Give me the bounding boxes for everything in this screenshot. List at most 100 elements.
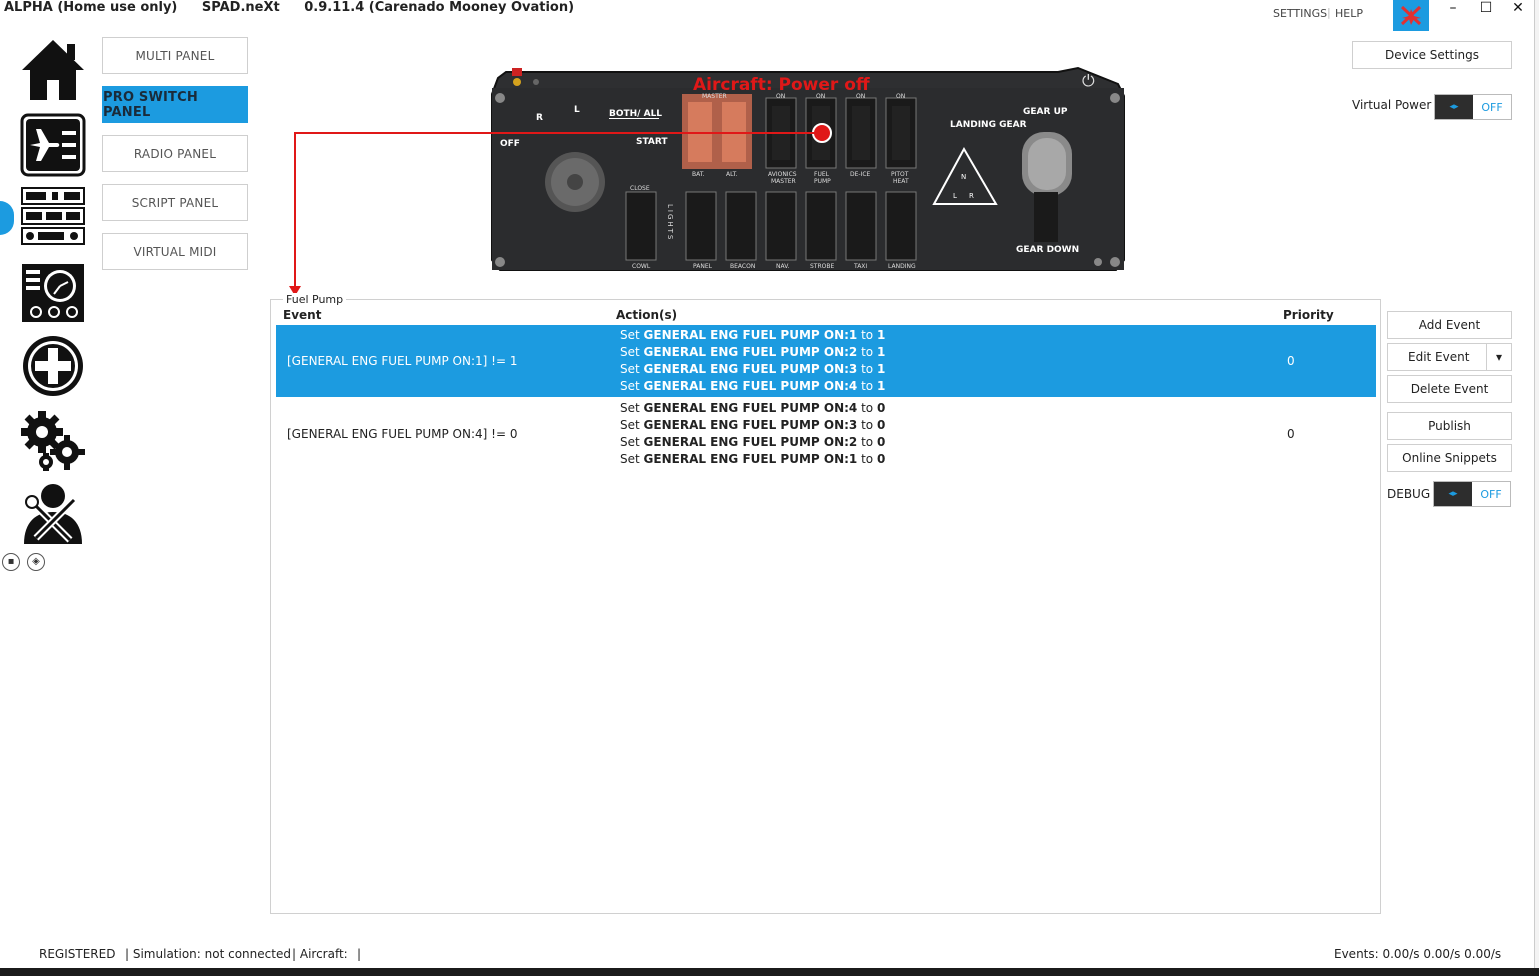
debug-toggle[interactable]: ◂▸ OFF bbox=[1433, 481, 1511, 507]
pump-label: PUMP bbox=[814, 178, 831, 185]
debug-label: DEBUG bbox=[1387, 487, 1431, 501]
close-label: CLOSE bbox=[630, 185, 650, 192]
edit-event-dropdown[interactable]: ▾ bbox=[1486, 343, 1512, 371]
gear-down-label: GEAR DOWN bbox=[1016, 245, 1079, 255]
disconnected-plane-icon bbox=[1400, 5, 1422, 26]
device-settings-button[interactable]: Device Settings bbox=[1352, 41, 1512, 69]
settings-link[interactable]: SETTINGS bbox=[1273, 7, 1327, 20]
app-name: SPAD.neXt bbox=[201, 0, 280, 15]
instrument-panel-icon[interactable] bbox=[20, 262, 86, 328]
action-line: Set GENERAL ENG FUEL PUMP ON:2 to 0 bbox=[620, 435, 886, 449]
switch-panel-device[interactable]: ⏻ OFF R L BOTH/ ALL START MASTER BAT. AL… bbox=[488, 64, 1128, 274]
mag-start-label: START bbox=[636, 137, 668, 147]
action-line: Set GENERAL ENG FUEL PUMP ON:4 to 1 bbox=[620, 379, 886, 393]
close-button[interactable]: ✕ bbox=[1510, 0, 1526, 16]
selected-indicator bbox=[0, 201, 14, 235]
panel-virtual-midi-button[interactable]: VIRTUAL MIDI bbox=[102, 233, 248, 270]
connector-line-vertical bbox=[294, 132, 296, 290]
add-icon[interactable] bbox=[20, 334, 86, 402]
devices-icon[interactable] bbox=[20, 186, 86, 252]
status-aircraft: | Aircraft: bbox=[292, 947, 348, 961]
panel-label: PANEL bbox=[693, 263, 713, 270]
panel-pro-switch-button[interactable]: PRO SWITCH PANEL bbox=[102, 86, 248, 123]
help-link[interactable]: HELP bbox=[1335, 7, 1363, 20]
event-condition: [GENERAL ENG FUEL PUMP ON:1] != 1 bbox=[287, 354, 518, 368]
toggle-arrows-icon: ◂▸ bbox=[1434, 482, 1472, 506]
save-icon[interactable]: ▪ bbox=[2, 553, 20, 571]
minimize-button[interactable]: – bbox=[1445, 0, 1461, 16]
app-edition: ALPHA (Home use only) bbox=[4, 0, 178, 15]
status-events-rate: Events: 0.00/s 0.00/s 0.00/s bbox=[1334, 947, 1502, 961]
table-row[interactable]: [GENERAL ENG FUEL PUMP ON:1] != 1 Set GE… bbox=[276, 325, 1376, 397]
mag-l-label: L bbox=[574, 105, 580, 115]
landing-label: LANDING bbox=[888, 263, 916, 270]
settings-gears-icon[interactable] bbox=[20, 408, 86, 476]
strobe-label: STROBE bbox=[810, 263, 834, 270]
event-priority: 0 bbox=[1287, 354, 1295, 368]
bat-label: BAT. bbox=[692, 171, 705, 178]
power-icon: ⏻ bbox=[1082, 71, 1095, 90]
edit-event-button[interactable]: Edit Event bbox=[1387, 343, 1487, 371]
fuel-label: FUEL bbox=[814, 171, 830, 178]
on-label-4: ON bbox=[896, 93, 905, 100]
add-event-button[interactable]: Add Event bbox=[1387, 311, 1512, 339]
deice-label: DE-ICE bbox=[850, 171, 871, 178]
power-status-overlay: Aircraft: Power off bbox=[693, 75, 870, 95]
lights-label: LIGHTS bbox=[666, 204, 674, 241]
virtual-power-label: Virtual Power bbox=[1352, 98, 1432, 112]
column-header-priority[interactable]: Priority bbox=[1283, 308, 1334, 322]
panel-script-button[interactable]: SCRIPT PANEL bbox=[102, 184, 248, 221]
status-simulation: | Simulation: not connected bbox=[125, 947, 291, 961]
panel-radio-button[interactable]: RADIO PANEL bbox=[102, 135, 248, 172]
debug-value: OFF bbox=[1472, 482, 1510, 506]
beacon-label: BEACON bbox=[730, 263, 755, 270]
mag-r-label: R bbox=[536, 113, 543, 123]
action-line: Set GENERAL ENG FUEL PUMP ON:1 to 0 bbox=[620, 452, 886, 466]
gear-n-label: N bbox=[961, 173, 966, 181]
column-header-event[interactable]: Event bbox=[283, 308, 321, 322]
table-row[interactable]: [GENERAL ENG FUEL PUMP ON:4] != 0 Set GE… bbox=[276, 398, 1376, 470]
publish-button[interactable]: Publish bbox=[1387, 412, 1512, 440]
mag-off-label: OFF bbox=[500, 139, 520, 149]
status-registered: REGISTERED bbox=[39, 947, 116, 961]
gear-r-label: R bbox=[969, 192, 974, 200]
event-condition: [GENERAL ENG FUEL PUMP ON:4] != 0 bbox=[287, 427, 518, 441]
alt-label: ALT. bbox=[726, 171, 738, 178]
event-actions: Set GENERAL ENG FUEL PUMP ON:4 to 0 Set … bbox=[620, 400, 885, 468]
taskbar-strip bbox=[0, 968, 1539, 976]
online-snippets-button[interactable]: Online Snippets bbox=[1387, 444, 1512, 472]
virtual-power-value: OFF bbox=[1473, 95, 1511, 119]
window-edge bbox=[1535, 0, 1539, 976]
panel-multi-button[interactable]: MULTI PANEL bbox=[102, 37, 248, 74]
gear-up-label: GEAR UP bbox=[1023, 107, 1068, 117]
app-version: 0.9.11.4 (Carenado Mooney Ovation) bbox=[304, 0, 575, 15]
package-icon[interactable]: ◈ bbox=[27, 553, 45, 571]
action-line: Set GENERAL ENG FUEL PUMP ON:1 to 1 bbox=[620, 328, 886, 342]
connector-line-horizontal bbox=[294, 132, 488, 134]
action-line: Set GENERAL ENG FUEL PUMP ON:2 to 1 bbox=[620, 345, 886, 359]
gear-l-label: L bbox=[953, 192, 957, 200]
taxi-label: TAXI bbox=[853, 263, 867, 270]
action-line: Set GENERAL ENG FUEL PUMP ON:3 to 0 bbox=[620, 418, 886, 432]
event-priority: 0 bbox=[1287, 427, 1295, 441]
delete-event-button[interactable]: Delete Event bbox=[1387, 375, 1512, 403]
avionics-master-label: MASTER bbox=[771, 178, 796, 185]
action-line: Set GENERAL ENG FUEL PUMP ON:4 to 0 bbox=[620, 401, 886, 415]
tools-icon[interactable] bbox=[20, 482, 86, 550]
maximize-button[interactable]: ☐ bbox=[1478, 0, 1494, 16]
mag-both-label: BOTH/ ALL bbox=[609, 109, 662, 119]
app-title: ALPHA (Home use only) SPAD.neXt 0.9.11.4… bbox=[4, 0, 594, 15]
virtual-power-toggle[interactable]: ◂▸ OFF bbox=[1434, 94, 1512, 120]
group-title: Fuel Pump bbox=[283, 293, 347, 306]
home-icon[interactable] bbox=[20, 38, 86, 106]
simulator-connect-button[interactable] bbox=[1393, 0, 1429, 31]
event-actions: Set GENERAL ENG FUEL PUMP ON:1 to 1 Set … bbox=[620, 327, 885, 395]
avionics-label: AVIONICS bbox=[768, 171, 797, 178]
topnav-separator: | bbox=[1327, 6, 1331, 19]
cowl-label: COWL bbox=[632, 263, 651, 270]
flight-plan-icon[interactable] bbox=[20, 113, 86, 181]
landing-gear-label: LANDING GEAR bbox=[950, 120, 1027, 130]
heat-label: HEAT bbox=[893, 178, 909, 185]
pitot-label: PITOT bbox=[891, 171, 909, 178]
column-header-actions[interactable]: Action(s) bbox=[616, 308, 677, 322]
